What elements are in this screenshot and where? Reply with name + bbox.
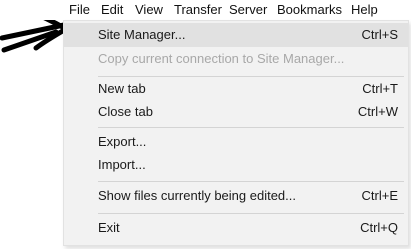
menu-transfer[interactable]: Transfer	[174, 2, 222, 18]
menu-item-show-edited-files[interactable]: Show files currently being edited... Ctr…	[64, 184, 408, 208]
menu-server[interactable]: Server	[229, 2, 267, 18]
menu-file[interactable]: File	[69, 2, 90, 18]
menu-item-export[interactable]: Export...	[64, 130, 408, 154]
menu-item-close-tab[interactable]: Close tab Ctrl+W	[64, 100, 408, 124]
menu-item-label: Export...	[98, 134, 147, 149]
menu-item-shortcut: Ctrl+W	[357, 104, 398, 119]
menu-item-label: New tab	[98, 81, 146, 96]
menu-item-shortcut: Ctrl+Q	[360, 220, 398, 235]
menu-separator	[98, 127, 404, 128]
menu-item-label: Import...	[98, 157, 146, 172]
menu-item-label: Site Manager...	[98, 27, 186, 42]
menu-separator	[98, 213, 404, 214]
menu-item-label: Close tab	[98, 104, 153, 119]
menu-bar: File Edit View Transfer Server Bookmarks…	[0, 0, 411, 20]
menu-item-shortcut: Ctrl+E	[361, 188, 398, 203]
menu-item-copy-connection: Copy current connection to Site Manager.…	[64, 47, 408, 71]
menu-item-label: Show files currently being edited...	[98, 188, 296, 203]
menu-item-label: Copy current connection to Site Manager.…	[98, 51, 345, 66]
menu-item-shortcut: Ctrl+T	[362, 81, 398, 96]
menu-item-shortcut: Ctrl+S	[361, 27, 398, 42]
menu-bookmarks[interactable]: Bookmarks	[277, 2, 342, 18]
file-menu-dropdown: Site Manager... Ctrl+S Copy current conn…	[63, 20, 409, 246]
menu-edit[interactable]: Edit	[101, 2, 123, 18]
menu-view[interactable]: View	[135, 2, 163, 18]
menu-item-new-tab[interactable]: New tab Ctrl+T	[64, 77, 408, 101]
menu-item-exit[interactable]: Exit Ctrl+Q	[64, 216, 408, 240]
menu-item-site-manager[interactable]: Site Manager... Ctrl+S	[64, 23, 408, 47]
menu-separator	[98, 181, 404, 182]
menu-help[interactable]: Help	[351, 2, 378, 18]
menu-item-import[interactable]: Import...	[64, 153, 408, 177]
menu-item-label: Exit	[98, 220, 120, 235]
